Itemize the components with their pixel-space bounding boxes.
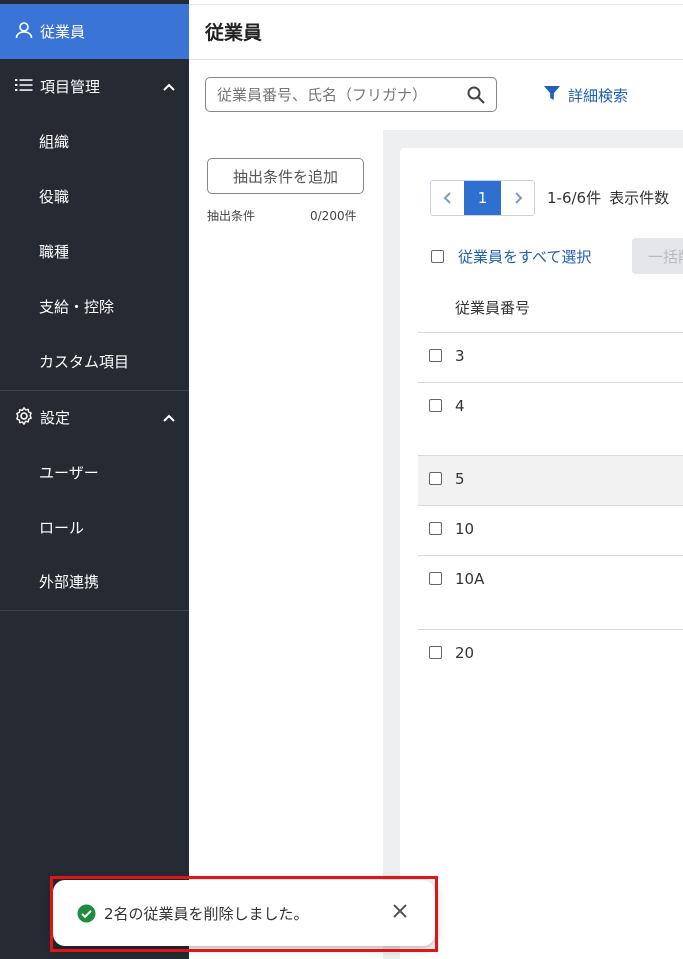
page-title: 従業員 <box>205 22 263 44</box>
sidebar-item-employees[interactable]: 従業員 <box>0 4 189 59</box>
employee-number: 10 <box>455 520 475 538</box>
table-row[interactable]: 10A <box>418 555 683 629</box>
search-box[interactable] <box>205 77 497 112</box>
sidebar-item-roles[interactable]: ロール <box>0 500 189 555</box>
current-page[interactable]: 1 <box>464 181 501 215</box>
search-icon[interactable] <box>466 85 486 109</box>
page-header: 従業員 <box>189 4 683 60</box>
employee-number: 10A <box>455 570 485 588</box>
sidebar-section-label: 項目管理 <box>40 78 101 96</box>
sidebar-item-label: 従業員 <box>40 23 86 41</box>
table-row[interactable]: 3 <box>418 332 683 382</box>
employee-number: 4 <box>455 397 465 415</box>
list-icon <box>14 75 34 99</box>
next-page-button[interactable] <box>501 181 534 215</box>
employee-number: 5 <box>455 470 465 488</box>
condition-label: 抽出条件 <box>207 209 256 223</box>
select-all-label[interactable]: 従業員をすべて選択 <box>458 246 591 267</box>
employee-number: 20 <box>455 644 475 662</box>
per-page-label: 表示件数 <box>609 189 670 207</box>
filter-icon <box>543 84 561 106</box>
row-checkbox[interactable] <box>429 472 442 485</box>
sidebar-section-item-management[interactable]: 項目管理 <box>0 59 189 114</box>
bulk-delete-button[interactable]: 一括削 <box>632 238 683 274</box>
advanced-search-label: 詳細検索 <box>568 86 629 105</box>
sidebar-item-external-integration[interactable]: 外部連携 <box>0 554 189 609</box>
table-row[interactable]: 10 <box>418 505 683 555</box>
employee-number: 3 <box>455 347 465 365</box>
row-checkbox[interactable] <box>429 349 442 362</box>
row-checkbox[interactable] <box>429 646 442 659</box>
row-checkbox[interactable] <box>429 572 442 585</box>
column-header-employee-number[interactable]: 従業員番号 <box>455 297 530 318</box>
pagination: 1 <box>430 180 535 216</box>
select-all-checkbox[interactable] <box>431 250 444 263</box>
sidebar-item-custom-fields[interactable]: カスタム項目 <box>0 334 189 389</box>
row-checkbox[interactable] <box>429 522 442 535</box>
sidebar-item-users[interactable]: ユーザー <box>0 445 189 500</box>
result-range: 1-6/6件 表示件数 <box>547 187 669 208</box>
sidebar-item-payment-deduction[interactable]: 支給・控除 <box>0 279 189 334</box>
sidebar-item-position[interactable]: 役職 <box>0 169 189 224</box>
sidebar-item-organization[interactable]: 組織 <box>0 114 189 169</box>
add-condition-button[interactable]: 抽出条件を追加 <box>207 158 364 194</box>
sidebar: 従業員 項目管理 組織 役職 職種 支給・控除 カスタム項目 設定 ユーザー ロ… <box>0 0 189 959</box>
person-icon <box>14 20 34 44</box>
row-checkbox[interactable] <box>429 399 442 412</box>
chevron-up-icon[interactable] <box>149 79 189 95</box>
chevron-up-icon[interactable] <box>149 410 189 426</box>
search-input[interactable] <box>215 84 459 105</box>
select-all[interactable]: 従業員をすべて選択 <box>431 246 591 267</box>
table-row[interactable]: 20 <box>418 629 683 679</box>
sidebar-section-label: 設定 <box>40 409 71 427</box>
sidebar-section-settings[interactable]: 設定 <box>0 390 189 445</box>
condition-count: 0/200件 <box>310 209 357 223</box>
result-range-text: 1-6/6件 <box>547 189 602 207</box>
prev-page-button[interactable] <box>431 181 464 215</box>
sidebar-divider <box>0 610 189 611</box>
sidebar-item-job-type[interactable]: 職種 <box>0 224 189 279</box>
advanced-search-link[interactable]: 詳細検索 <box>543 84 628 106</box>
gear-icon <box>14 406 34 430</box>
table-row[interactable]: 5 <box>418 455 683 505</box>
table-row[interactable]: 4 <box>418 382 683 455</box>
highlight-frame <box>50 876 438 952</box>
